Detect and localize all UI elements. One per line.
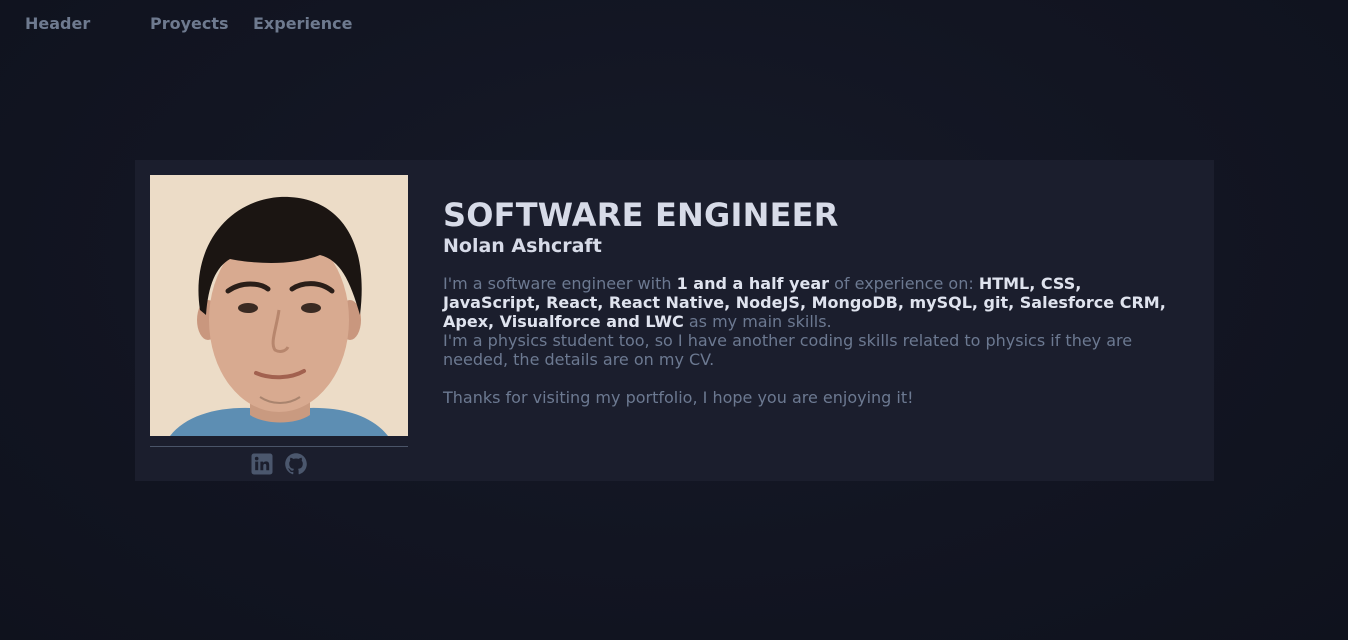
bio-paragraph-skills: I'm a software engineer with 1 and a hal… xyxy=(443,274,1183,331)
bio-skills-suffix: as my main skills. xyxy=(683,312,832,331)
github-icon xyxy=(285,453,307,475)
profile-photo-illustration xyxy=(150,175,408,436)
bio-spacer xyxy=(443,369,1183,388)
profile-photo xyxy=(150,175,408,436)
bio-intro: I'm a software engineer with xyxy=(443,274,677,293)
social-links xyxy=(150,452,408,478)
github-link[interactable] xyxy=(284,452,308,478)
bio-experience-on: of experience on: xyxy=(829,274,979,293)
nav-link-experience[interactable]: Experience xyxy=(253,13,353,35)
page-title: SOFTWARE ENGINEER xyxy=(443,196,839,234)
nav-link-proyects[interactable]: Proyects xyxy=(150,13,229,35)
linkedin-icon xyxy=(251,453,273,475)
bio-paragraph-physics: I'm a physics student too, so I have ano… xyxy=(443,331,1133,369)
profile-name: Nolan Ashcraft xyxy=(443,235,602,257)
top-nav: Header Proyects Experience xyxy=(0,0,1348,48)
bio-experience-length: 1 and a half year xyxy=(676,274,830,293)
nav-link-header[interactable]: Header xyxy=(25,13,90,35)
bio-paragraph-thanks: Thanks for visiting my portfolio, I hope… xyxy=(443,388,914,407)
photo-divider xyxy=(150,446,408,447)
bio: I'm a software engineer with 1 and a hal… xyxy=(443,274,1183,407)
linkedin-link[interactable] xyxy=(250,452,274,478)
profile-card: SOFTWARE ENGINEER Nolan Ashcraft I'm a s… xyxy=(135,160,1214,481)
profile-text: SOFTWARE ENGINEER Nolan Ashcraft I'm a s… xyxy=(443,196,1183,407)
